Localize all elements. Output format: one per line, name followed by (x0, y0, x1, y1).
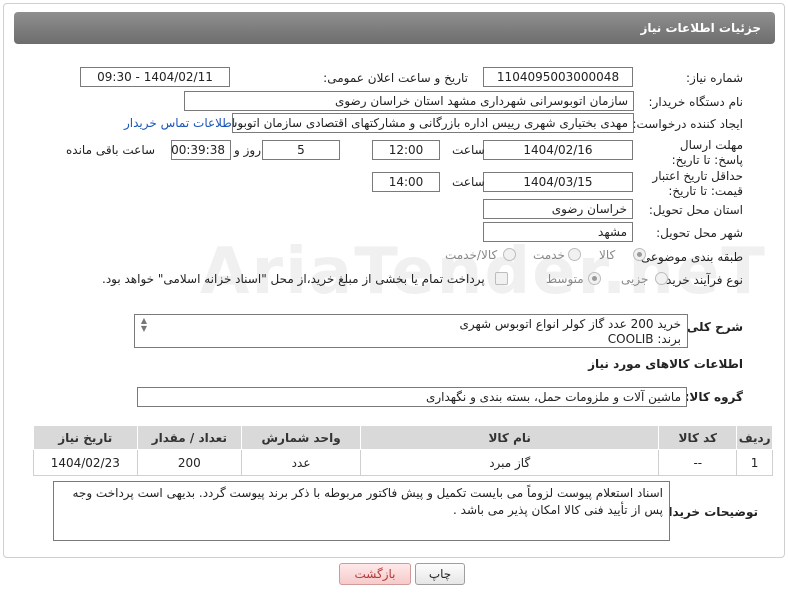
remaining-label: ساعت باقی مانده (66, 143, 156, 157)
province-field: خراسان رضوی (483, 199, 633, 219)
category-goods-service-label: کالا/خدمت (445, 248, 498, 262)
need-number-label: شماره نیاز: (686, 71, 743, 85)
city-label: شهر محل تحویل: (656, 226, 743, 240)
process-label: نوع فرآیند خرید : (658, 273, 743, 287)
description-textarea[interactable]: خرید 200 عدد گاز کولر انواع اتوبوس شهری … (134, 314, 688, 348)
creator-field: مهدی بختیاری شهری رییس اداره بازرگانی و … (232, 113, 634, 133)
buyer-contact-link[interactable]: اطلاعات تماس خریدار (124, 116, 235, 130)
goods-table: ردیف کد کالا نام کالا واحد شمارش تعداد /… (33, 425, 773, 476)
goods-group-label: گروه کالا: (684, 390, 743, 404)
process-minor-radio[interactable] (655, 272, 668, 285)
price-date-field: 1404/03/15 (483, 172, 633, 192)
category-service-radio[interactable] (568, 248, 581, 261)
cell-date: 1404/02/23 (33, 449, 138, 476)
announce-datetime-field: 1404/02/11 - 09:30 (80, 67, 230, 87)
back-button[interactable]: بازگشت (339, 563, 411, 585)
cell-code: -- (658, 449, 738, 476)
goods-group-field: ماشین آلات و ملزومات حمل، بسته بندی و نگ… (137, 387, 687, 407)
treasury-payment-checkbox[interactable] (495, 272, 508, 285)
category-goods-label: کالا (599, 248, 616, 262)
page-title: جزئیات اطلاعات نیاز (14, 12, 775, 44)
days-field: 5 (262, 140, 340, 160)
buyer-org-label: نام دستگاه خریدار: (648, 95, 744, 109)
reply-date-field: 1404/02/16 (483, 140, 633, 160)
col-qty: تعداد / مقدار (136, 425, 243, 450)
description-line-1: خرید 200 عدد گاز کولر انواع اتوبوس شهری (459, 317, 681, 331)
description-line-2: برند: COOLIB (607, 332, 681, 346)
buyer-org-field: سازمان اتوبوسرانی شهرداری مشهد استان خرا… (184, 91, 634, 111)
announce-label: تاریخ و ساعت اعلان عمومی: (323, 71, 468, 85)
process-minor-label: جزیی (621, 272, 649, 286)
price-time-field: 14:00 (372, 172, 440, 192)
goods-table-header: ردیف کد کالا نام کالا واحد شمارش تعداد /… (33, 425, 773, 450)
treasury-payment-note: پرداخت تمام یا بخشی از مبلغ خرید،از محل … (102, 272, 485, 286)
col-name: نام کالا (360, 425, 660, 450)
category-goods-service-radio[interactable] (503, 248, 516, 261)
buyer-notes-label: توضیحات خریدار: (656, 505, 758, 519)
table-row: 1 -- گاز مبرد عدد 200 1404/02/23 (33, 449, 773, 476)
col-row: ردیف (736, 425, 773, 450)
scroll-arrows-icon[interactable]: ▲ ▼ (137, 317, 147, 333)
creator-label: ایجاد کننده درخواست: (632, 117, 743, 131)
reply-deadline-label: مهلت ارسال پاسخ: تا تاریخ: (671, 138, 743, 167)
reply-time-field: 12:00 (372, 140, 440, 160)
col-unit: واحد شمارش (241, 425, 362, 450)
process-medium-label: متوسط (546, 272, 584, 286)
col-code: کد کالا (658, 425, 738, 450)
price-validity-label: حداقل تاریخ اعتبار قیمت: تا تاریخ: (652, 169, 743, 198)
cell-name: گاز مبرد (360, 449, 660, 476)
print-button[interactable]: چاپ (415, 563, 465, 585)
cell-qty: 200 (136, 449, 243, 476)
city-field: مشهد (483, 222, 633, 242)
days-label: روز و (234, 143, 261, 157)
cell-row: 1 (736, 449, 773, 476)
category-goods-radio[interactable] (633, 248, 646, 261)
need-number-field: 1104095003000048 (483, 67, 633, 87)
price-time-label: ساعت (452, 175, 485, 189)
goods-section-title: اطلاعات کالاهای مورد نیاز (588, 357, 743, 371)
category-label: طبقه بندی موضوعی: (636, 250, 743, 264)
remaining-time-field: 00:39:38 (171, 140, 231, 160)
col-date: تاریخ نیاز (33, 425, 138, 450)
reply-time-label: ساعت (452, 143, 485, 157)
process-medium-radio[interactable] (588, 272, 601, 285)
cell-unit: عدد (241, 449, 362, 476)
buyer-notes-textarea[interactable]: اسناد استعلام پیوست لزوماً می بایست تکمی… (53, 481, 670, 541)
category-service-label: خدمت (533, 248, 565, 262)
province-label: استان محل تحویل: (648, 203, 743, 217)
